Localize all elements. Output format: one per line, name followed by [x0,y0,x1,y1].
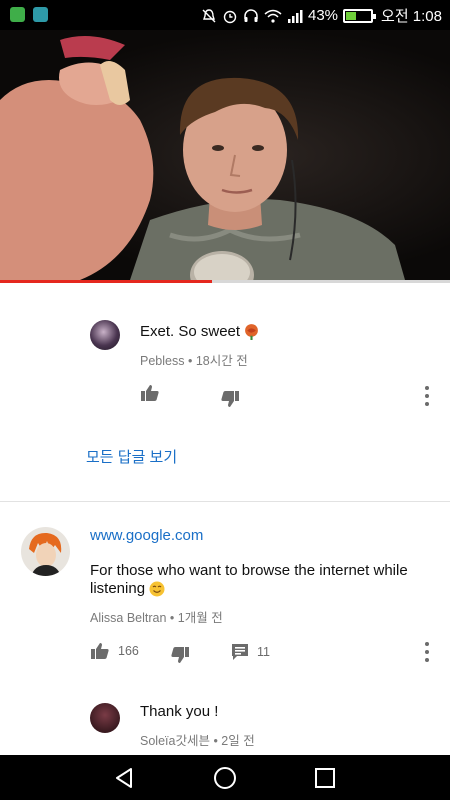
meta-separator: • [169,611,178,625]
alarm-icon [223,10,237,23]
comment-text: For those who want to browse the interne… [90,562,408,598]
status-bar: 43% 오전 1:08 [0,0,450,30]
reply-text: Exet. So sweet [140,323,260,340]
like-button[interactable]: 166 [90,642,139,660]
thumbs-up-icon [91,643,109,659]
app-notification-teal-icon [33,7,48,22]
comment-time: 1개월 전 [177,611,223,625]
thumbs-up-icon [141,385,159,401]
like-button[interactable] [140,384,160,402]
dislike-button[interactable] [220,390,240,408]
reply-meta: Pebless • 18시간 전 [140,350,248,369]
battery-percent: 43% [308,7,339,24]
avatar-soleia[interactable] [90,703,120,733]
meta-separator: • [187,354,196,368]
comment-meta: Alissa Beltran • 1개월 전 [90,607,223,626]
back-icon[interactable] [112,766,136,790]
recent-apps-icon[interactable] [313,766,337,790]
dislike-button[interactable] [170,646,190,664]
comment-link[interactable]: www.google.com [90,527,203,544]
avatar-alissa[interactable] [21,527,70,576]
battery-icon [343,8,377,23]
mute-icon [202,8,216,22]
anime-avatar-image [29,532,62,576]
signal-icon [288,9,303,23]
comment-text-line-2: listening [90,580,146,597]
home-icon[interactable] [213,766,237,790]
video-progress-bar[interactable] [0,280,450,283]
reply-time: 18시간 전 [195,354,248,368]
avatar-pebless[interactable] [90,320,120,350]
reply-author[interactable]: Soleïa갓세븐 [140,734,210,748]
rose-emoji-icon [245,324,258,340]
reply-time: 2일 전 [221,734,255,748]
thumbs-down-icon [171,647,189,663]
view-all-replies-link[interactable]: 모든 답글 보기 [86,446,177,467]
video-frame [0,36,405,280]
headphones-icon [244,8,258,22]
comment-text-line-1: For those who want to browse the interne… [90,562,408,579]
reply-meta: Soleïa갓세븐 • 2일 전 [140,730,255,749]
smiling-face-icon [149,581,165,597]
reply-comment-icon [232,644,248,660]
app-notification-green-icon [10,7,25,22]
reply-count: 11 [257,645,270,659]
navigation-bar [0,755,450,800]
wifi-icon [264,9,282,23]
thumbs-down-icon [221,391,239,407]
reply-text-content: Exet. So sweet [140,323,241,340]
like-count: 166 [118,644,139,658]
video-progress-played [0,280,212,283]
status-time: 오전 1:08 [381,8,442,25]
comment-author[interactable]: Alissa Beltran [90,611,166,625]
more-options-icon[interactable] [423,386,431,406]
video-player[interactable] [0,30,450,280]
reply-text: Thank you ! [140,703,219,720]
divider [0,501,450,502]
reply-button[interactable]: 11 [231,643,270,661]
more-options-icon[interactable] [423,642,431,662]
reply-author[interactable]: Pebless [140,354,184,368]
